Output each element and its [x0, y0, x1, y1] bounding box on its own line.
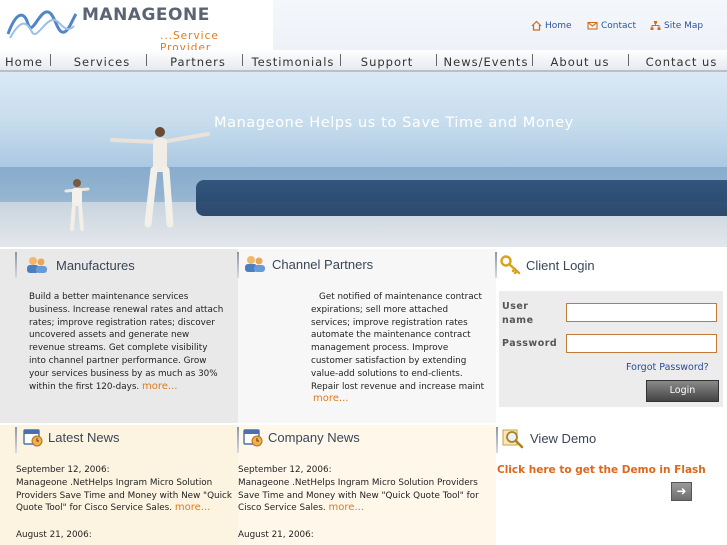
users-icon — [245, 256, 265, 272]
main-nav: Home Services Partners Testimonials Supp… — [0, 50, 727, 72]
latest-news-title: Latest News — [48, 429, 120, 445]
home-icon — [531, 20, 542, 31]
banner-caption-bar — [196, 180, 727, 216]
panel-divider — [496, 427, 498, 453]
key-icon — [500, 255, 521, 275]
password-input[interactable] — [566, 334, 717, 353]
nav-about-us[interactable]: About us — [540, 50, 620, 70]
demo-header: View Demo — [502, 427, 596, 449]
channel-header: Channel Partners — [244, 255, 373, 273]
nav-divider — [50, 54, 51, 66]
login-header: Client Login — [500, 255, 595, 275]
panel-divider — [495, 252, 497, 278]
panel-divider — [237, 252, 239, 278]
company-news-title: Company News — [268, 429, 360, 445]
nav-divider — [628, 54, 629, 66]
manufactures-body: Build a better maintenance services busi… — [29, 291, 225, 393]
nav-divider — [340, 54, 341, 66]
panel-divider — [237, 427, 239, 453]
hero-banner — [0, 72, 727, 247]
magnifier-icon — [502, 429, 524, 449]
login-title: Client Login — [526, 257, 595, 273]
banner-people-illustration — [110, 127, 210, 228]
news-date: September 12, 2006: — [238, 465, 332, 475]
username-label: User name — [502, 301, 534, 326]
nav-support[interactable]: Support — [346, 50, 428, 70]
manufactures-text: Build a better maintenance services busi… — [29, 292, 224, 392]
company-news-header: Company News — [242, 426, 360, 448]
nav-partners[interactable]: Partners — [158, 50, 238, 70]
users-icon — [27, 257, 47, 273]
nav-news-events[interactable]: News/Events — [440, 50, 532, 70]
toplink-sitemap[interactable]: Site Map — [650, 20, 703, 31]
panel-divider — [15, 252, 17, 278]
channel-title: Channel Partners — [272, 256, 374, 272]
login-button[interactable]: Login — [646, 380, 719, 402]
demo-title: View Demo — [530, 430, 597, 446]
demo-flash-link[interactable]: Click here to get the Demo in Flash — [497, 464, 706, 476]
news-calendar-icon — [243, 429, 263, 447]
news-date: August 21, 2006: — [16, 530, 92, 541]
manufactures-title: Manufactures — [56, 257, 135, 273]
news-more-link[interactable]: more... — [329, 502, 364, 513]
company-news-list: September 12, 2006: Manageone .NetHelps … — [238, 464, 484, 542]
banner-caption: Manageone Helps us to Save Time and Mone… — [214, 115, 574, 131]
nav-divider — [146, 54, 147, 66]
password-label: Password — [502, 338, 558, 349]
news-date: August 21, 2006: — [238, 530, 314, 541]
arrow-right-icon[interactable]: ➜ — [671, 482, 692, 501]
nav-home[interactable]: Home — [0, 50, 48, 70]
nav-services[interactable]: Services — [62, 50, 142, 70]
panel-divider — [15, 427, 17, 453]
forgot-password-link[interactable]: Forgot Password? — [626, 362, 709, 373]
manufactures-more-link[interactable]: more... — [142, 381, 177, 392]
latest-news-header: Latest News — [22, 426, 120, 448]
toplink-home[interactable]: Home — [531, 20, 572, 31]
channel-more-link[interactable]: more... — [313, 393, 348, 404]
brand-name: MANAGEONE — [82, 5, 210, 25]
channel-body: Get notified of maintenance contract exp… — [311, 291, 487, 393]
latest-news-list: September 12, 2006: Manageone .NetHelps … — [16, 464, 236, 542]
manageone-logo-icon — [6, 10, 78, 39]
nav-testimonials[interactable]: Testimonials — [247, 50, 339, 70]
banner-child-illustration — [64, 179, 90, 231]
manufactures-header: Manufactures — [26, 256, 135, 274]
header: MANAGEONE ...Service Provider Home Conta… — [0, 0, 727, 54]
username-input[interactable] — [566, 303, 717, 322]
toplink-sitemap-label: Site Map — [664, 20, 704, 31]
top-links-bar: Home Contact Site Map — [273, 0, 727, 50]
nav-contact-us[interactable]: Contact us — [636, 50, 727, 70]
nav-divider — [532, 54, 533, 66]
nav-divider — [242, 54, 243, 66]
toplink-contact-label: Contact — [601, 20, 637, 31]
logo[interactable]: MANAGEONE ...Service Provider — [0, 0, 273, 54]
sitemap-icon — [650, 21, 661, 30]
news-date: September 12, 2006: — [16, 465, 110, 475]
mail-icon — [587, 21, 598, 30]
toplink-contact[interactable]: Contact — [587, 20, 636, 31]
news-more-link[interactable]: more... — [175, 502, 210, 513]
toplink-home-label: Home — [545, 20, 572, 31]
news-calendar-icon — [23, 429, 43, 447]
channel-text: Get notified of maintenance contract exp… — [311, 292, 485, 392]
nav-divider — [436, 54, 437, 66]
